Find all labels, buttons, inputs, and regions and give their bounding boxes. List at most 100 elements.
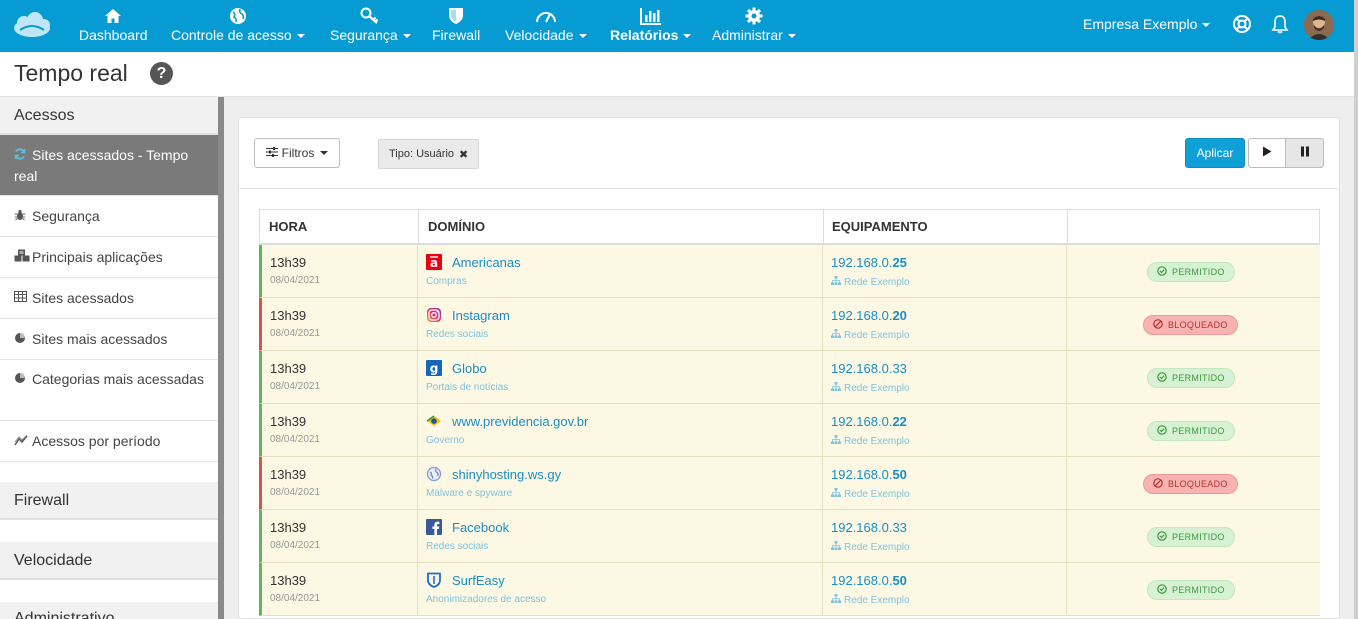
table-row[interactable]: 13h39 08/04/2021 Instagram Redes sociais… bbox=[259, 298, 1320, 351]
sidebar-section-administrativo[interactable]: Administrativo bbox=[0, 602, 218, 619]
row-category: Portais de notícias bbox=[426, 382, 509, 393]
facebook-icon bbox=[426, 519, 442, 535]
row-domain-link[interactable]: Americanas bbox=[452, 255, 521, 270]
nav-seguranca[interactable]: Segurança bbox=[330, 6, 411, 50]
sidebar-section-title: Firewall bbox=[14, 492, 70, 509]
page-scrollbar[interactable] bbox=[1354, 0, 1358, 619]
play-icon bbox=[1262, 144, 1272, 162]
row-ip-link[interactable]: 192.168.0.22 bbox=[831, 414, 907, 429]
row-ip-link[interactable]: 192.168.0.33 bbox=[831, 520, 907, 535]
logo-icon[interactable] bbox=[12, 10, 52, 40]
pause-icon bbox=[1300, 144, 1310, 162]
row-date: 08/04/2021 bbox=[270, 434, 321, 445]
nav-velocidade[interactable]: Velocidade bbox=[505, 6, 587, 50]
globe-icon bbox=[229, 6, 247, 26]
row-ip-link[interactable]: 192.168.0.33 bbox=[831, 361, 907, 376]
check-circle-icon bbox=[1157, 531, 1167, 543]
bell-icon[interactable] bbox=[1269, 13, 1291, 35]
row-time: 13h39 bbox=[270, 255, 307, 270]
nav-firewall-label: Firewall bbox=[432, 27, 481, 43]
sidebar-item-acessos-por-periodo[interactable]: Acessos por período bbox=[0, 421, 218, 462]
pause-button[interactable] bbox=[1285, 138, 1324, 168]
table-row[interactable]: 13h39 08/04/2021 g Globo Portais de notí… bbox=[259, 351, 1320, 404]
sidebar-item-label: Sites mais acessados bbox=[32, 331, 168, 347]
table-row[interactable]: 13h39 08/04/2021 Facebook Redes sociais … bbox=[259, 510, 1320, 563]
apply-button[interactable]: Aplicar bbox=[1185, 138, 1245, 168]
row-domain-link[interactable]: Instagram bbox=[452, 308, 510, 323]
filter-chip-tipo-usuario[interactable]: Tipo: Usuário ✖ bbox=[378, 139, 480, 169]
column-header-status bbox=[1068, 210, 1319, 244]
row-domain-link[interactable]: www.previdencia.gov.br bbox=[452, 414, 588, 429]
sitemap-icon bbox=[831, 541, 841, 553]
key-icon bbox=[360, 6, 380, 26]
nav-dashboard[interactable]: Dashboard bbox=[79, 6, 148, 50]
sidebar-item-label: Segurança bbox=[32, 208, 100, 224]
svg-text:a: a bbox=[430, 256, 438, 270]
row-date: 08/04/2021 bbox=[270, 540, 321, 551]
row-domain-link[interactable]: Globo bbox=[452, 361, 487, 376]
sidebar-item-sites-acessados[interactable]: Sites acessados bbox=[0, 278, 218, 319]
row-ip-link[interactable]: 192.168.0.25 bbox=[831, 255, 907, 270]
ban-icon bbox=[1153, 319, 1163, 331]
globo-icon: g bbox=[426, 360, 442, 376]
sidebar-section-velocidade[interactable]: Velocidade bbox=[0, 542, 218, 580]
filters-button[interactable]: Filtros bbox=[254, 138, 340, 168]
row-category: Anonimizadores de acesso bbox=[426, 594, 547, 605]
sidebar-section-title: Acessos bbox=[14, 107, 75, 124]
avatar[interactable] bbox=[1304, 10, 1334, 40]
column-header-hora[interactable]: HORA bbox=[260, 210, 419, 244]
sidebar-item-sites-acessados-tempo-real[interactable]: Sites acessados - Tempo real bbox=[0, 135, 218, 196]
row-ip-link[interactable]: 192.168.0.50 bbox=[831, 573, 907, 588]
sidebar-section-title: Velocidade bbox=[14, 552, 93, 569]
sidebar: Acessos Sites acessados - Tempo real Seg… bbox=[0, 97, 218, 619]
table-row[interactable]: 13h39 08/04/2021 SurfEasy Anonimizadores… bbox=[259, 563, 1320, 616]
status-badge: BLOQUEADO bbox=[1143, 315, 1238, 335]
company-selector[interactable]: Empresa Exemplo bbox=[1083, 16, 1211, 32]
row-domain-link[interactable]: Facebook bbox=[452, 520, 509, 535]
nav-controle-de-acesso[interactable]: Controle de acesso bbox=[171, 6, 305, 50]
table-row[interactable]: 13h39 08/04/2021 a Americanas Compras 19… bbox=[259, 245, 1320, 298]
sidebar-item-seguranca[interactable]: Segurança bbox=[0, 196, 218, 237]
gear-icon bbox=[745, 6, 763, 26]
status-badge: PERMITIDO bbox=[1147, 421, 1235, 441]
sidebar-item-categorias-mais-acessadas[interactable]: Categorias mais acessadas bbox=[0, 360, 218, 421]
sitemap-icon bbox=[831, 276, 841, 288]
row-ip-link[interactable]: 192.168.0.20 bbox=[831, 308, 907, 323]
table-row[interactable]: 13h39 08/04/2021 www.previdencia.gov.br … bbox=[259, 404, 1320, 457]
row-time: 13h39 bbox=[270, 467, 307, 482]
column-header-equipamento[interactable]: EQUIPAMENTO bbox=[824, 210, 1068, 244]
row-ip-link[interactable]: 192.168.0.50 bbox=[831, 467, 907, 482]
nav-relatorios[interactable]: Relatórios bbox=[610, 6, 692, 50]
column-header-dominio[interactable]: DOMÍNIO bbox=[419, 210, 824, 244]
nav-relatorios-label: Relatórios bbox=[610, 27, 692, 43]
row-domain-link[interactable]: SurfEasy bbox=[452, 573, 505, 588]
sidebar-item-sites-mais-acessados[interactable]: Sites mais acessados bbox=[0, 319, 218, 360]
sidebar-section-firewall[interactable]: Firewall bbox=[0, 482, 218, 520]
surfeasy-icon bbox=[426, 572, 442, 588]
bug-icon bbox=[14, 209, 32, 224]
play-button[interactable] bbox=[1248, 138, 1286, 168]
row-network: Rede Exemplo bbox=[831, 435, 910, 447]
sidebar-item-label: Categorias mais acessadas bbox=[14, 369, 204, 390]
americanas-icon: a bbox=[426, 254, 442, 270]
close-icon[interactable]: ✖ bbox=[459, 148, 468, 161]
row-date: 08/04/2021 bbox=[270, 381, 321, 392]
table-row[interactable]: 13h39 08/04/2021 shinyhosting.ws.gy Malw… bbox=[259, 457, 1320, 510]
sidebar-section-acessos[interactable]: Acessos bbox=[0, 97, 218, 135]
check-circle-icon bbox=[1157, 425, 1167, 437]
support-icon[interactable] bbox=[1231, 13, 1253, 35]
filter-chip-label: Tipo: Usuário bbox=[389, 148, 455, 160]
nav-administrar[interactable]: Administrar bbox=[712, 6, 796, 50]
status-badge: PERMITIDO bbox=[1147, 580, 1235, 600]
nav-firewall[interactable]: Firewall bbox=[432, 6, 480, 50]
sidebar-scrollbar[interactable] bbox=[218, 97, 224, 619]
sidebar-section-title: Administrativo bbox=[14, 610, 115, 619]
instagram-icon bbox=[426, 307, 442, 323]
row-domain-link[interactable]: shinyhosting.ws.gy bbox=[452, 467, 561, 482]
sitemap-icon bbox=[831, 382, 841, 394]
help-icon[interactable]: ? bbox=[150, 62, 173, 85]
cubes-icon bbox=[14, 249, 32, 265]
row-time: 13h39 bbox=[270, 573, 307, 588]
nav-seguranca-label: Segurança bbox=[330, 27, 411, 43]
sidebar-item-principais-aplicacoes[interactable]: Principais aplicações bbox=[0, 237, 218, 278]
